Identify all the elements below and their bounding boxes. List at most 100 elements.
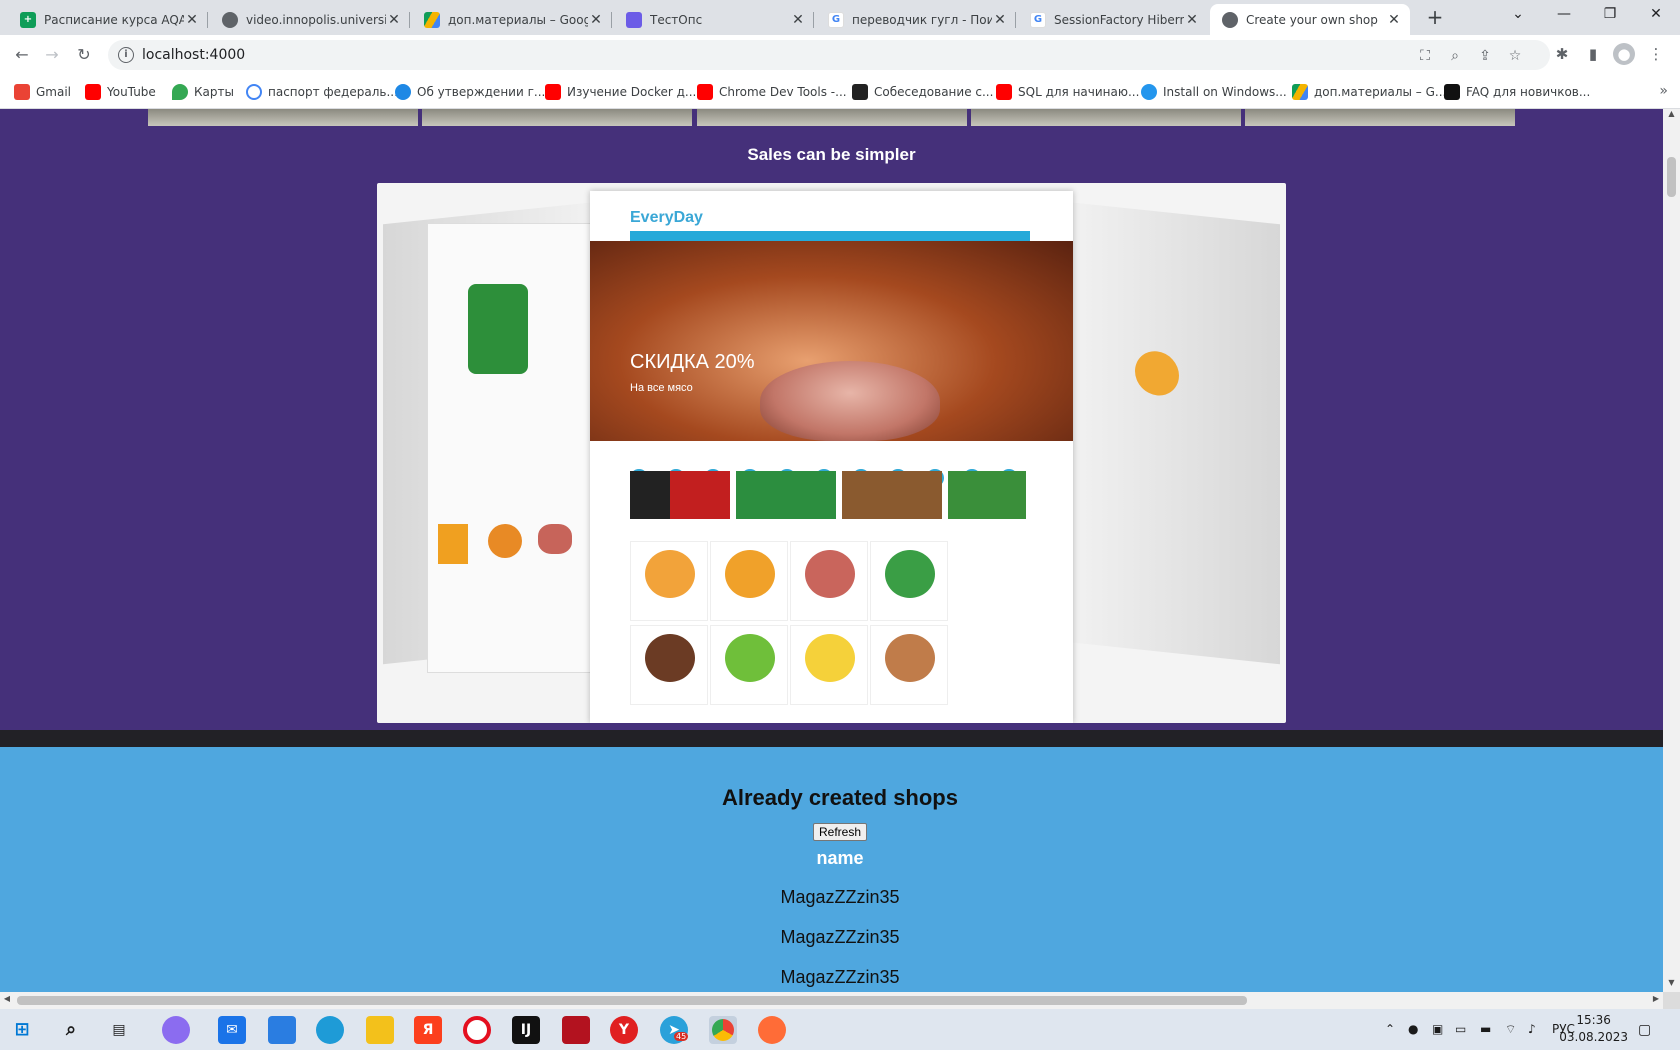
- battery-icon[interactable]: ▬: [1480, 1022, 1491, 1036]
- tab-title: video.innopolis.university: [246, 12, 386, 27]
- table-row: MagazZZzin35: [780, 927, 900, 947]
- product-tile: [630, 625, 708, 705]
- intellij-icon[interactable]: IJ: [512, 1016, 540, 1044]
- close-icon[interactable]: ✕: [184, 12, 200, 28]
- restore-button[interactable]: ❐: [1587, 0, 1633, 30]
- bookmark-star-icon[interactable]: ☆: [1506, 47, 1524, 65]
- more-bookmarks-icon[interactable]: »: [1659, 83, 1668, 99]
- gallery-image: [697, 109, 967, 126]
- tray-display-icon[interactable]: ▭: [1455, 1022, 1466, 1036]
- alice-icon[interactable]: [162, 1016, 190, 1044]
- postman-icon[interactable]: [758, 1016, 786, 1044]
- vertical-scrollbar[interactable]: ▲ ▼: [1663, 109, 1680, 992]
- notifications-icon[interactable]: ▢: [1638, 1022, 1651, 1038]
- close-icon[interactable]: ✕: [790, 12, 806, 28]
- scroll-left-icon[interactable]: ◀: [0, 994, 14, 1007]
- start-icon[interactable]: ⊞: [8, 1016, 36, 1044]
- tab-video[interactable]: video.innopolis.university ✕: [210, 4, 410, 35]
- tab-hibernate[interactable]: G SessionFactory Hibernate ✕: [1018, 4, 1208, 35]
- page-viewport: Sales can be simpler EveryDay СКИДКА 20%…: [0, 109, 1663, 992]
- tab-create-shop[interactable]: Create your own shop ✕: [1210, 4, 1410, 35]
- share-icon[interactable]: ⇪: [1476, 47, 1494, 65]
- google-icon: G: [828, 11, 844, 28]
- bookmark-sql[interactable]: SQL для начинаю...: [996, 83, 1139, 101]
- yandex-icon[interactable]: Я: [414, 1016, 442, 1044]
- side-panel-icon[interactable]: ▮: [1582, 43, 1604, 65]
- bookmark-devtools[interactable]: Chrome Dev Tools -...: [697, 83, 847, 101]
- bookmark-docker-course[interactable]: Изучение Docker д...: [545, 83, 696, 101]
- tab-testops[interactable]: ТестОпс ✕: [614, 4, 814, 35]
- close-icon[interactable]: ✕: [1184, 12, 1200, 28]
- tab-schedule[interactable]: + Расписание курса AQA Ja ✕: [8, 4, 208, 35]
- new-tab-button[interactable]: +: [1423, 6, 1447, 30]
- address-bar[interactable]: i localhost:4000 ⛶ ⌕ ⇪ ☆: [108, 40, 1550, 70]
- bookmark-maps[interactable]: Карты: [172, 83, 234, 101]
- tray-app-icon[interactable]: ●: [1408, 1022, 1418, 1036]
- network-icon[interactable]: ⌔: [1505, 1022, 1516, 1037]
- explorer-icon[interactable]: [366, 1016, 394, 1044]
- horizontal-scrollbar[interactable]: ◀ ▶: [0, 992, 1663, 1009]
- bookmark-install-windows[interactable]: Install on Windows...: [1141, 83, 1287, 101]
- bookmark-faq[interactable]: FAQ для новичков...: [1444, 83, 1590, 101]
- youtube-icon: [545, 84, 561, 100]
- chrome-icon[interactable]: [709, 1016, 737, 1044]
- tab-search-icon[interactable]: ⌄: [1495, 0, 1541, 30]
- menu-icon[interactable]: ⋮: [1645, 43, 1667, 65]
- site-info-icon[interactable]: i: [118, 47, 134, 63]
- bookmark-passport[interactable]: паспорт федераль...: [246, 83, 398, 101]
- gmail-icon: [14, 84, 30, 100]
- close-icon[interactable]: ✕: [1386, 12, 1402, 28]
- scroll-right-icon[interactable]: ▶: [1649, 994, 1663, 1007]
- tab-translate-search[interactable]: G переводчик гугл - Поиск ✕: [816, 4, 1016, 35]
- search-icon[interactable]: ⌕: [57, 1016, 85, 1044]
- bookmark-drive[interactable]: доп.материалы – G...: [1292, 83, 1446, 101]
- close-window-button[interactable]: ✕: [1633, 0, 1679, 30]
- meat-image: [538, 524, 572, 554]
- translate-icon[interactable]: ⛶: [1416, 47, 1434, 65]
- back-button[interactable]: ←: [10, 43, 34, 67]
- product-tile: [870, 541, 948, 621]
- opera-icon[interactable]: [463, 1016, 491, 1044]
- volume-icon[interactable]: ♪: [1528, 1022, 1536, 1036]
- close-icon[interactable]: ✕: [386, 12, 402, 28]
- docker-icon: [1141, 84, 1157, 100]
- extensions-icon[interactable]: ✱: [1551, 43, 1573, 65]
- zoom-icon[interactable]: ⌕: [1446, 47, 1464, 65]
- tab-drive[interactable]: доп.материалы – Google ✕: [412, 4, 612, 35]
- bookmark-approval[interactable]: Об утверждении г...: [395, 83, 545, 101]
- tab-title: Create your own shop: [1246, 12, 1378, 27]
- scroll-up-icon[interactable]: ▲: [1663, 109, 1680, 123]
- product-tile: [870, 625, 948, 705]
- task-view-icon[interactable]: ▤: [105, 1016, 133, 1044]
- refresh-button[interactable]: Refresh: [813, 823, 867, 841]
- vertical-scroll-thumb[interactable]: [1667, 157, 1676, 197]
- bookmark-youtube[interactable]: YouTube: [85, 83, 156, 101]
- scroll-down-icon[interactable]: ▼: [1663, 978, 1680, 992]
- minimize-button[interactable]: —: [1541, 0, 1587, 30]
- section-divider: [0, 730, 1663, 747]
- feature-section: Sales can be simpler EveryDay СКИДКА 20%…: [0, 109, 1663, 730]
- bookmark-gmail[interactable]: Gmail: [14, 83, 71, 101]
- edge-icon[interactable]: [316, 1016, 344, 1044]
- close-icon[interactable]: ✕: [588, 12, 604, 28]
- forward-button[interactable]: →: [40, 43, 64, 67]
- close-icon[interactable]: ✕: [992, 12, 1008, 28]
- reload-button[interactable]: ↻: [72, 43, 96, 67]
- meat-image: [760, 361, 940, 441]
- product-tile: [790, 625, 868, 705]
- telegram-badge: 45: [674, 1032, 689, 1041]
- profile-avatar-icon[interactable]: ●: [1613, 43, 1635, 65]
- url-text[interactable]: localhost:4000: [142, 47, 245, 63]
- horizontal-scroll-thumb[interactable]: [17, 996, 1247, 1005]
- store-icon[interactable]: [268, 1016, 296, 1044]
- mail-icon[interactable]: ✉: [218, 1016, 246, 1044]
- bookmark-interview[interactable]: Собеседование с...: [852, 83, 993, 101]
- system-clock[interactable]: 15:36 03.08.2023: [1559, 1012, 1628, 1046]
- everyday-logo: EveryDay: [630, 209, 703, 226]
- youtube-icon: [85, 84, 101, 100]
- hero-image: EveryDay СКИДКА 20% На все мясо: [377, 183, 1286, 723]
- pdf-icon[interactable]: [562, 1016, 590, 1044]
- yandex-browser-icon[interactable]: Y: [610, 1016, 638, 1044]
- show-hidden-icons[interactable]: ⌃: [1385, 1022, 1395, 1036]
- tray-meet-icon[interactable]: ▣: [1432, 1022, 1443, 1036]
